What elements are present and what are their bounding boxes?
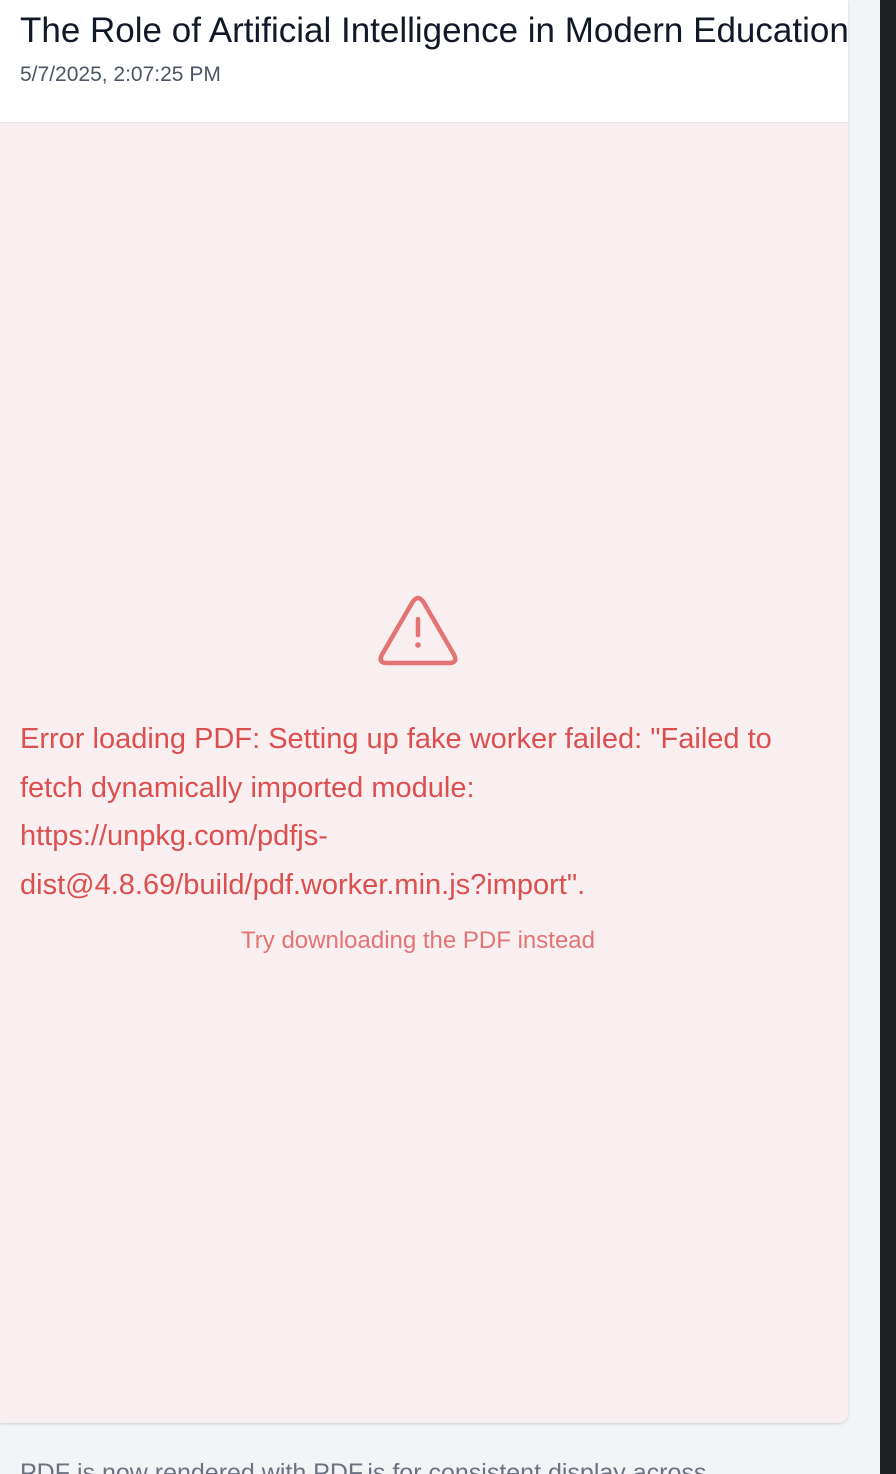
footer-note: PDF is now rendered with PDF.js for cons… <box>20 1459 707 1474</box>
error-message: Error loading PDF: Setting up fake worke… <box>20 723 772 901</box>
document-header: The Role of Artificial Intelligence in M… <box>0 0 848 123</box>
warning-triangle-icon <box>378 595 458 666</box>
pdf-viewer-card: The Role of Artificial Intelligence in M… <box>0 0 848 1423</box>
document-title: The Role of Artificial Intelligence in M… <box>20 11 848 50</box>
pdf-viewer-area: Error loading PDF: Setting up fake worke… <box>0 123 848 1423</box>
window-edge <box>880 0 896 1474</box>
document-timestamp: 5/7/2025, 2:07:25 PM <box>20 63 221 86</box>
download-pdf-link[interactable]: Try downloading the PDF instead <box>0 924 836 958</box>
page: The Role of Artificial Intelligence in M… <box>0 0 896 1474</box>
